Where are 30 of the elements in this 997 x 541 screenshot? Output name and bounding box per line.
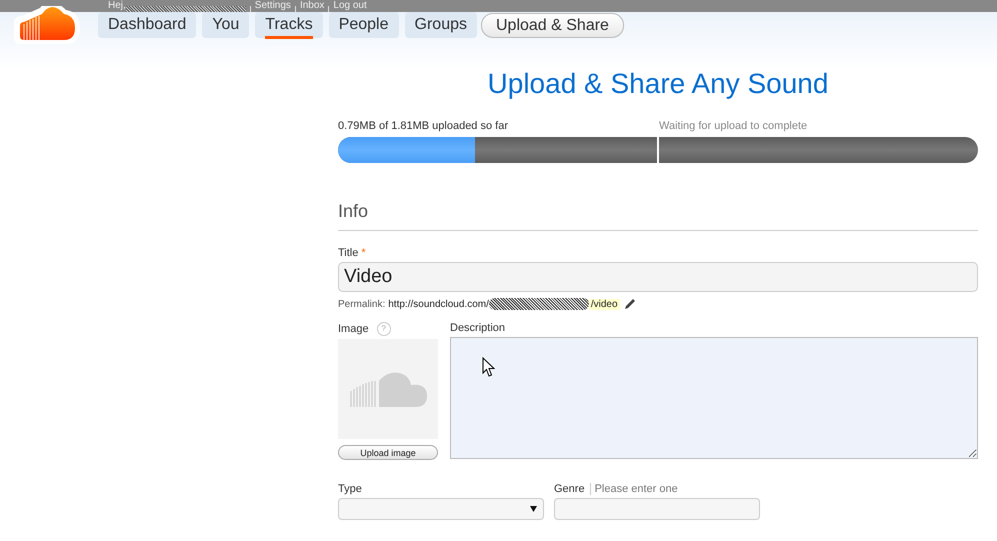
nav-tab[interactable]: People — [328, 12, 399, 38]
permalink-url: http://soundcloud.com/ — [388, 298, 489, 310]
nav-tab[interactable]: Tracks — [255, 12, 323, 38]
upload-image-button[interactable]: Upload image — [338, 445, 438, 460]
permalink-label: Permalink: — [338, 298, 386, 310]
title-label: Title — [338, 247, 358, 259]
cursor-icon — [482, 357, 495, 377]
section-heading: Info — [338, 201, 978, 231]
cloud-icon — [349, 371, 427, 407]
genre-hint: Please enter one — [590, 482, 678, 494]
pencil-icon[interactable] — [624, 298, 636, 310]
image-label: Image — [338, 323, 369, 335]
greeting-text: Hej, — [108, 0, 126, 12]
nav-tab[interactable]: You — [202, 12, 250, 38]
type-label: Type — [338, 482, 363, 494]
genre-field[interactable] — [554, 498, 760, 520]
caret-icon — [530, 506, 537, 512]
progress-label: 0.79MB of 1.81MB uploaded so far — [338, 120, 509, 132]
upload-share-button[interactable]: Upload & Share — [480, 13, 624, 38]
description-label: Description — [450, 322, 506, 334]
permalink-slug[interactable]: /video — [588, 298, 620, 310]
page-heading: Upload & Share Any Sound — [486, 68, 830, 100]
nav-tab[interactable]: Dashboard — [98, 12, 196, 38]
type-select[interactable] — [338, 498, 544, 520]
description-field[interactable] — [450, 337, 978, 459]
progress-label: Waiting for upload to complete — [659, 120, 808, 132]
nav-tab[interactable]: Groups — [404, 12, 477, 38]
title-field[interactable]: Video — [338, 262, 978, 292]
required-mark: * — [361, 247, 366, 259]
genre-label: Genre — [554, 482, 585, 494]
